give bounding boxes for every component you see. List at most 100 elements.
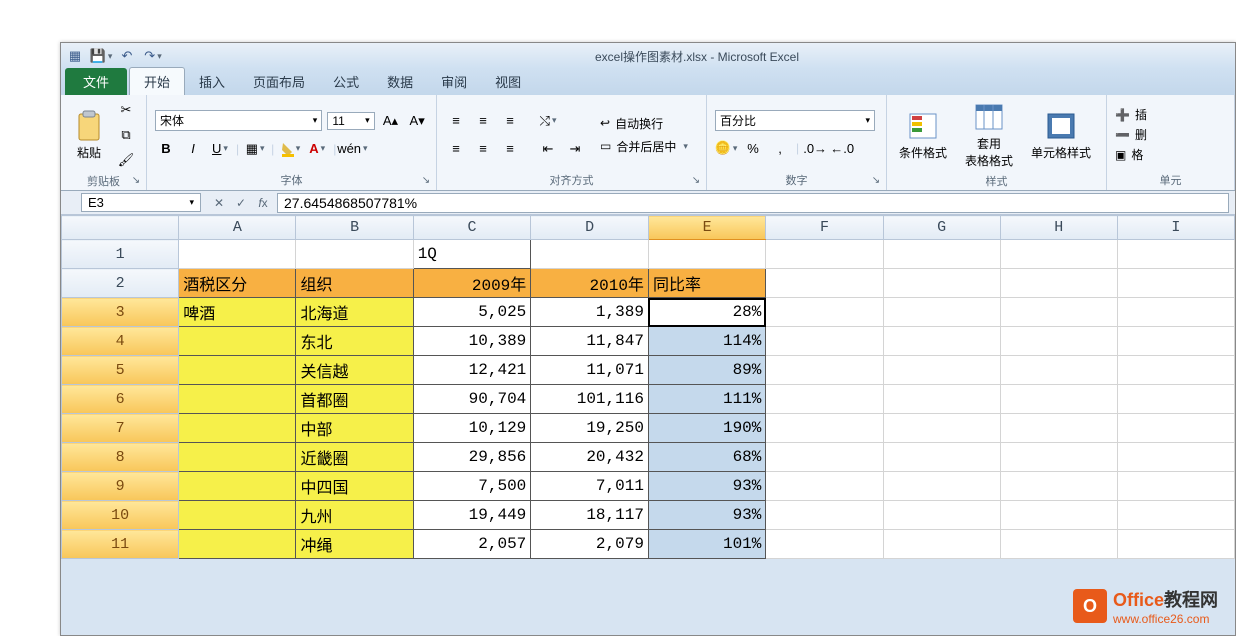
cell[interactable]: 7,500	[413, 472, 531, 501]
cell[interactable]	[883, 530, 1000, 559]
cell[interactable]	[1117, 385, 1234, 414]
col-header[interactable]: G	[883, 216, 1000, 240]
cell[interactable]	[179, 501, 296, 530]
cell[interactable]	[1000, 356, 1117, 385]
delete-cells-button[interactable]: ➖删	[1115, 126, 1147, 143]
row-header[interactable]: 6	[62, 385, 179, 414]
align-center-icon[interactable]: ≡	[472, 138, 494, 160]
cell[interactable]	[179, 240, 296, 269]
row-header[interactable]: 11	[62, 530, 179, 559]
cell[interactable]	[766, 269, 883, 298]
cell[interactable]	[1117, 414, 1234, 443]
alignment-launcher-icon[interactable]: ↘	[689, 173, 703, 187]
cell[interactable]: 酒税区分	[179, 269, 296, 298]
row-header[interactable]: 8	[62, 443, 179, 472]
col-header[interactable]: D	[531, 216, 649, 240]
cell[interactable]	[1117, 356, 1234, 385]
cell[interactable]: 同比率	[648, 269, 765, 298]
align-right-icon[interactable]: ≡	[499, 138, 521, 160]
cell[interactable]	[883, 269, 1000, 298]
cell[interactable]	[179, 356, 296, 385]
cell[interactable]: 68%	[648, 443, 765, 472]
cell[interactable]	[883, 443, 1000, 472]
save-icon[interactable]: 💾	[91, 46, 111, 66]
cell[interactable]	[766, 501, 883, 530]
cell[interactable]	[296, 240, 413, 269]
cell[interactable]: 首都圈	[296, 385, 413, 414]
cancel-formula-icon[interactable]: ✕	[209, 194, 229, 212]
cell[interactable]	[1117, 327, 1234, 356]
cell[interactable]	[179, 385, 296, 414]
cell[interactable]: 九州	[296, 501, 413, 530]
select-all-corner[interactable]	[62, 216, 179, 240]
bold-button[interactable]: B	[155, 138, 177, 160]
row-header[interactable]: 7	[62, 414, 179, 443]
percent-icon[interactable]: %	[742, 137, 764, 159]
row-header[interactable]: 4	[62, 327, 179, 356]
col-header[interactable]: A	[179, 216, 296, 240]
paste-button[interactable]: 粘贴	[69, 108, 109, 163]
cell[interactable]	[883, 327, 1000, 356]
tab-insert[interactable]: 插入	[185, 68, 239, 95]
col-header[interactable]: F	[766, 216, 883, 240]
cell[interactable]: 190%	[648, 414, 765, 443]
format-cells-button[interactable]: ▣格	[1115, 146, 1147, 163]
cell[interactable]: 12,421	[413, 356, 531, 385]
cell[interactable]	[766, 414, 883, 443]
cell[interactable]: 冲绳	[296, 530, 413, 559]
formula-bar[interactable]: 27.6454868507781%	[277, 193, 1229, 213]
cell[interactable]: 2009年	[413, 269, 531, 298]
cell[interactable]	[766, 327, 883, 356]
name-box[interactable]: E3▾	[81, 193, 201, 212]
merge-center-button[interactable]: ▭ 合并后居中	[600, 138, 688, 155]
font-launcher-icon[interactable]: ↘	[419, 173, 433, 187]
accounting-format-icon[interactable]: 🪙	[715, 137, 737, 159]
cut-icon[interactable]: ✂	[115, 99, 137, 121]
cell[interactable]: 东北	[296, 327, 413, 356]
cell[interactable]: 93%	[648, 472, 765, 501]
cell[interactable]: 2,079	[531, 530, 649, 559]
cell[interactable]: 7,011	[531, 472, 649, 501]
cell[interactable]	[1117, 240, 1234, 269]
tab-view[interactable]: 视图	[481, 68, 535, 95]
insert-cells-button[interactable]: ➕插	[1115, 106, 1147, 123]
align-top-icon[interactable]: ≡	[445, 110, 467, 132]
cell[interactable]	[766, 240, 883, 269]
row-header[interactable]: 2	[62, 269, 179, 298]
cell[interactable]	[179, 443, 296, 472]
decrease-indent-icon[interactable]: ⇤	[537, 138, 559, 160]
cell[interactable]: 5,025	[413, 298, 531, 327]
cell[interactable]	[1000, 501, 1117, 530]
row-header[interactable]: 5	[62, 356, 179, 385]
cell[interactable]	[531, 240, 649, 269]
enter-formula-icon[interactable]: ✓	[231, 194, 251, 212]
cell[interactable]: 10,129	[413, 414, 531, 443]
number-format-combo[interactable]: 百分比▾	[715, 110, 875, 131]
cell[interactable]: 111%	[648, 385, 765, 414]
cell[interactable]: 29,856	[413, 443, 531, 472]
row-header[interactable]: 10	[62, 501, 179, 530]
cell[interactable]	[1000, 269, 1117, 298]
cell[interactable]	[179, 530, 296, 559]
cell[interactable]	[883, 356, 1000, 385]
conditional-formatting-button[interactable]: 条件格式	[895, 108, 951, 163]
cell[interactable]	[766, 530, 883, 559]
cell[interactable]: 19,449	[413, 501, 531, 530]
decrease-font-icon[interactable]: A▾	[406, 110, 428, 132]
font-color-icon[interactable]: A	[306, 138, 328, 160]
cell[interactable]	[883, 414, 1000, 443]
cell[interactable]: 114%	[648, 327, 765, 356]
increase-indent-icon[interactable]: ⇥	[564, 138, 586, 160]
tab-formulas[interactable]: 公式	[319, 68, 373, 95]
cell[interactable]: 11,847	[531, 327, 649, 356]
increase-font-icon[interactable]: A▴	[380, 110, 402, 132]
cell[interactable]: 90,704	[413, 385, 531, 414]
font-size-combo[interactable]: 11▾	[327, 112, 374, 130]
col-header[interactable]: B	[296, 216, 413, 240]
wrap-text-button[interactable]: ↩ 自动换行	[600, 115, 688, 132]
cell[interactable]: 1,389	[531, 298, 649, 327]
cell[interactable]	[179, 414, 296, 443]
cell[interactable]	[883, 385, 1000, 414]
cell[interactable]	[1117, 298, 1234, 327]
cell[interactable]	[766, 298, 883, 327]
